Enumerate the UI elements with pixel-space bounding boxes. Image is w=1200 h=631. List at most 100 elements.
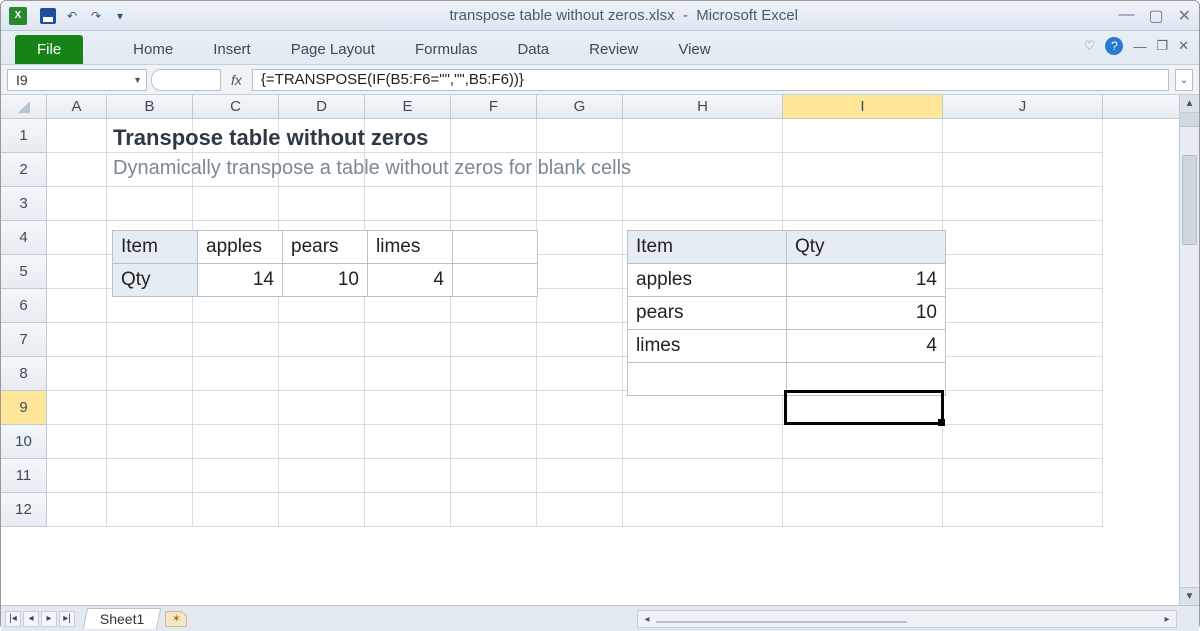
chevron-down-icon[interactable]: ▼ — [133, 75, 142, 85]
cell[interactable] — [279, 391, 365, 425]
tab-data[interactable]: Data — [497, 35, 569, 64]
cell[interactable] — [783, 187, 943, 221]
cell[interactable] — [451, 323, 537, 357]
minimize-icon[interactable]: ― — [1118, 6, 1134, 26]
cell[interactable] — [943, 459, 1103, 493]
cell[interactable] — [623, 119, 783, 153]
horizontal-scrollbar[interactable]: ◂ ▸ — [637, 610, 1177, 628]
cell[interactable]: apples — [628, 264, 787, 297]
cell[interactable] — [193, 391, 279, 425]
col-header[interactable]: A — [47, 95, 107, 118]
cell[interactable] — [943, 153, 1103, 187]
row-header[interactable]: 11 — [1, 459, 47, 493]
col-header[interactable]: C — [193, 95, 279, 118]
doc-minimize-icon[interactable]: ― — [1133, 39, 1146, 54]
close-icon[interactable]: ✕ — [1178, 6, 1191, 26]
cell[interactable] — [365, 459, 451, 493]
cell[interactable] — [623, 391, 783, 425]
maximize-icon[interactable]: ▢ — [1148, 6, 1163, 26]
cell[interactable] — [623, 493, 783, 527]
cell[interactable] — [537, 459, 623, 493]
expand-formula-icon[interactable]: ⌄ — [1175, 69, 1193, 91]
row-header[interactable]: 1 — [1, 119, 47, 153]
cell[interactable] — [47, 357, 107, 391]
cell[interactable] — [279, 323, 365, 357]
cell[interactable]: 4 — [368, 264, 453, 297]
cell[interactable] — [365, 323, 451, 357]
col-header[interactable]: G — [537, 95, 623, 118]
last-sheet-icon[interactable]: ▸| — [59, 611, 75, 627]
cell[interactable]: apples — [198, 231, 283, 264]
cell[interactable] — [537, 289, 623, 323]
cell[interactable] — [943, 357, 1103, 391]
row-header[interactable]: 3 — [1, 187, 47, 221]
redo-button[interactable]: ↷ — [87, 7, 105, 25]
help-icon[interactable]: ? — [1105, 37, 1123, 55]
cell[interactable] — [107, 493, 193, 527]
cell[interactable]: pears — [283, 231, 368, 264]
scroll-left-icon[interactable]: ◂ — [638, 614, 656, 625]
row-header[interactable]: 7 — [1, 323, 47, 357]
cell[interactable] — [787, 363, 946, 396]
next-sheet-icon[interactable]: ▸ — [41, 611, 57, 627]
cell[interactable] — [623, 459, 783, 493]
scroll-thumb[interactable] — [1182, 155, 1197, 245]
ribbon-minimize-icon[interactable]: ♡ — [1084, 38, 1096, 54]
cell[interactable] — [537, 425, 623, 459]
save-button[interactable] — [39, 7, 57, 25]
cell[interactable]: 14 — [198, 264, 283, 297]
cell[interactable] — [628, 363, 787, 396]
cell[interactable] — [279, 357, 365, 391]
tab-pagelayout[interactable]: Page Layout — [271, 35, 395, 64]
cell[interactable] — [943, 425, 1103, 459]
cell[interactable] — [623, 187, 783, 221]
row-header[interactable]: 6 — [1, 289, 47, 323]
cell[interactable] — [279, 425, 365, 459]
cell[interactable] — [47, 493, 107, 527]
cell[interactable] — [537, 493, 623, 527]
cell[interactable] — [943, 289, 1103, 323]
split-handle[interactable] — [1180, 113, 1199, 127]
cell[interactable] — [365, 187, 451, 221]
cell[interactable] — [193, 425, 279, 459]
cell[interactable] — [47, 323, 107, 357]
scroll-up-icon[interactable]: ▲ — [1180, 95, 1199, 113]
cell[interactable] — [47, 459, 107, 493]
file-tab[interactable]: File — [15, 35, 83, 64]
cell[interactable] — [537, 187, 623, 221]
cell[interactable] — [107, 391, 193, 425]
cell[interactable] — [451, 459, 537, 493]
cell[interactable]: limes — [628, 330, 787, 363]
hscroll-thumb[interactable] — [656, 621, 907, 623]
cell[interactable] — [193, 323, 279, 357]
cell[interactable] — [783, 391, 943, 425]
tab-formulas[interactable]: Formulas — [395, 35, 498, 64]
cell[interactable]: Item — [628, 231, 787, 264]
cell[interactable] — [47, 119, 107, 153]
cell[interactable] — [451, 119, 537, 153]
cell[interactable] — [279, 459, 365, 493]
cell[interactable] — [193, 493, 279, 527]
cell[interactable] — [537, 323, 623, 357]
col-header[interactable]: E — [365, 95, 451, 118]
col-header[interactable]: D — [279, 95, 365, 118]
fx-label[interactable]: fx — [225, 72, 248, 88]
cell[interactable] — [943, 255, 1103, 289]
prev-sheet-icon[interactable]: ◂ — [23, 611, 39, 627]
tab-insert[interactable]: Insert — [193, 35, 271, 64]
sheet-tab[interactable]: Sheet1 — [83, 608, 162, 629]
cell[interactable] — [451, 391, 537, 425]
scroll-down-icon[interactable]: ▼ — [1180, 587, 1199, 605]
cell[interactable] — [451, 425, 537, 459]
cell[interactable]: Qty — [787, 231, 946, 264]
cell[interactable] — [783, 459, 943, 493]
undo-button[interactable]: ↶ — [63, 7, 81, 25]
cell[interactable] — [943, 493, 1103, 527]
cell[interactable] — [943, 323, 1103, 357]
cell[interactable] — [453, 231, 538, 264]
new-sheet-icon[interactable]: ✶ — [165, 611, 187, 627]
cell[interactable] — [537, 391, 623, 425]
cell[interactable] — [107, 425, 193, 459]
col-header[interactable]: J — [943, 95, 1103, 118]
cell[interactable] — [451, 493, 537, 527]
